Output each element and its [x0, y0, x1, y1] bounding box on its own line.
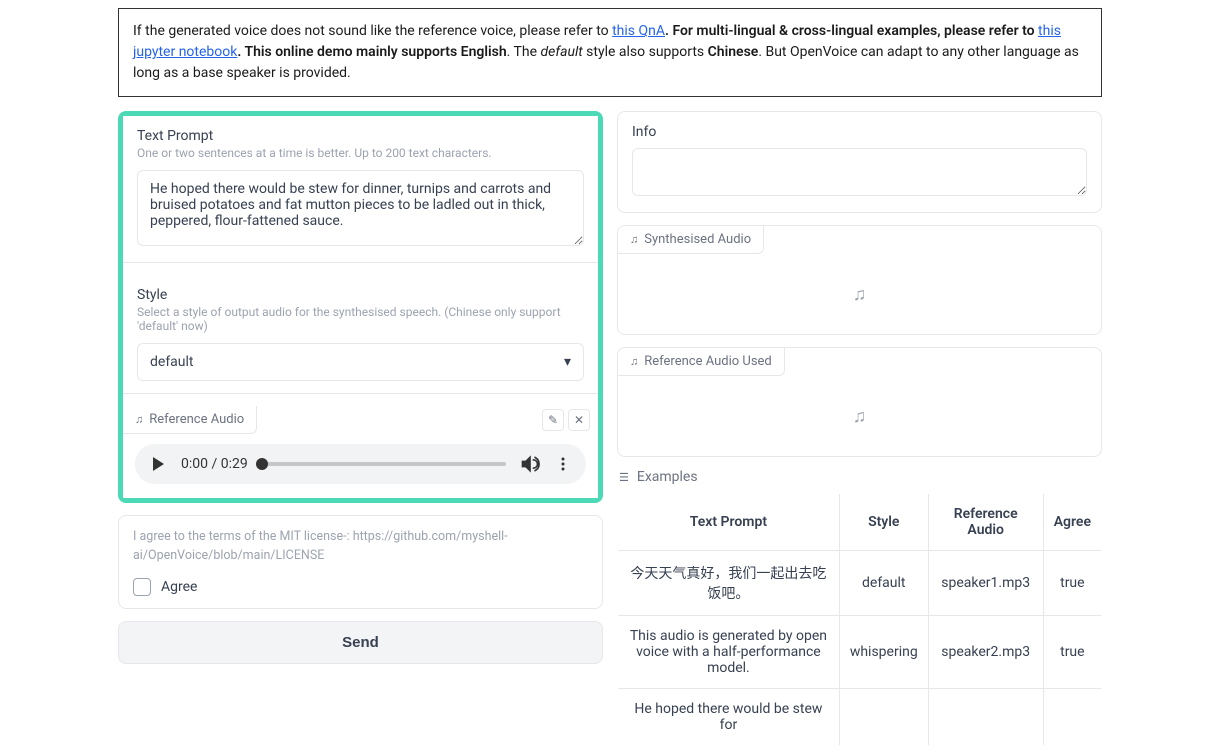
agree-label: Agree	[161, 579, 197, 595]
music-icon: ♫	[135, 413, 143, 426]
col-agree: Agree	[1043, 494, 1101, 551]
volume-icon[interactable]	[520, 454, 540, 474]
notice-chinese: Chinese	[708, 44, 759, 60]
examples-label: Examples	[637, 469, 698, 485]
cell-ref	[928, 689, 1043, 746]
music-icon: ♫	[630, 233, 638, 246]
music-icon: ♫	[853, 284, 867, 305]
cell-agree: true	[1043, 616, 1101, 689]
clear-audio-button[interactable]: ✕	[568, 409, 590, 431]
style-label: Style	[137, 287, 584, 303]
pencil-icon: ✎	[548, 413, 558, 427]
style-panel: Style Select a style of output audio for…	[123, 275, 598, 394]
cell-text: This audio is generated by open voice wi…	[618, 616, 840, 689]
notice-text: . For multi-lingual & cross-lingual exam…	[665, 23, 1038, 39]
table-row[interactable]: 今天天气真好，我们一起出去吃饭吧。 default speaker1.mp3 t…	[618, 551, 1102, 616]
chevron-down-icon: ▾	[564, 354, 571, 370]
agree-panel: I agree to the terms of the MIT license-…	[118, 515, 603, 609]
examples-table: Text Prompt Style Reference Audio Agree …	[617, 493, 1102, 746]
edit-audio-button[interactable]: ✎	[542, 409, 564, 431]
more-icon[interactable]	[554, 455, 572, 473]
cell-text: He hoped there would be stew for	[618, 689, 840, 746]
play-button[interactable]	[149, 455, 167, 473]
cell-ref: speaker2.mp3	[928, 616, 1043, 689]
notice-box: If the generated voice does not sound li…	[118, 8, 1102, 97]
close-icon: ✕	[574, 413, 584, 427]
style-select[interactable]: default ▾	[137, 343, 584, 381]
cell-agree	[1043, 689, 1101, 746]
table-header-row: Text Prompt Style Reference Audio Agree	[618, 494, 1102, 551]
list-icon: ☰	[619, 471, 629, 484]
qna-link[interactable]: this QnA	[612, 23, 665, 39]
audio-time: 0:00 / 0:29	[181, 456, 248, 472]
notice-text: style also supports	[583, 44, 708, 60]
col-style: Style	[839, 494, 928, 551]
reference-audio-panel: ♫ Reference Audio ✎ ✕ 0:00 / 0:29	[123, 406, 598, 498]
info-output[interactable]	[632, 148, 1087, 196]
col-ref-audio: Reference Audio	[928, 494, 1043, 551]
notice-text: . The	[507, 44, 541, 60]
table-row[interactable]: He hoped there would be stew for	[618, 689, 1102, 746]
synthesised-audio-label: Synthesised Audio	[644, 232, 751, 247]
reference-audio-used-label: Reference Audio Used	[644, 354, 772, 369]
notice-default: default	[541, 44, 583, 60]
examples-header[interactable]: ☰ Examples	[617, 469, 1102, 485]
reference-audio-used-tab: ♫ Reference Audio Used	[618, 348, 785, 376]
info-panel: Info	[617, 111, 1102, 213]
table-row[interactable]: This audio is generated by open voice wi…	[618, 616, 1102, 689]
notice-english: English	[461, 44, 507, 60]
style-value: default	[150, 354, 194, 370]
music-icon: ♫	[853, 406, 867, 427]
agree-checkbox-row[interactable]: Agree	[133, 578, 588, 596]
reference-audio-used-empty: ♫	[618, 376, 1101, 456]
reference-audio-used-panel: ♫ Reference Audio Used ♫	[617, 347, 1102, 457]
synthesised-audio-empty: ♫	[618, 254, 1101, 334]
info-label: Info	[632, 124, 1087, 140]
text-prompt-panel: Text Prompt One or two sentences at a ti…	[123, 116, 598, 263]
audio-progress[interactable]	[262, 462, 506, 466]
text-prompt-sublabel: One or two sentences at a time is better…	[137, 146, 584, 160]
text-prompt-input[interactable]	[137, 170, 584, 246]
notice-text: If the generated voice does not sound li…	[133, 23, 612, 39]
cell-text: 今天天气真好，我们一起出去吃饭吧。	[618, 551, 840, 616]
cell-style: default	[839, 551, 928, 616]
text-prompt-label: Text Prompt	[137, 128, 584, 144]
notice-text: . This online demo mainly supports	[237, 44, 460, 60]
cell-style: whispering	[839, 616, 928, 689]
cell-style	[839, 689, 928, 746]
send-button[interactable]: Send	[118, 621, 603, 664]
cell-ref: speaker1.mp3	[928, 551, 1043, 616]
style-sublabel: Select a style of output audio for the s…	[137, 305, 584, 333]
synthesised-audio-panel: ♫ Synthesised Audio ♫	[617, 225, 1102, 335]
agree-checkbox[interactable]	[133, 578, 151, 596]
reference-audio-tab: ♫ Reference Audio	[123, 406, 257, 434]
input-highlight-group: Text Prompt One or two sentences at a ti…	[118, 111, 603, 503]
cell-agree: true	[1043, 551, 1101, 616]
reference-audio-label: Reference Audio	[149, 412, 244, 427]
agree-text: I agree to the terms of the MIT license-…	[133, 528, 588, 566]
synthesised-audio-tab: ♫ Synthesised Audio	[618, 226, 764, 254]
music-icon: ♫	[630, 355, 638, 368]
col-text-prompt: Text Prompt	[618, 494, 840, 551]
audio-player: 0:00 / 0:29	[135, 444, 586, 484]
